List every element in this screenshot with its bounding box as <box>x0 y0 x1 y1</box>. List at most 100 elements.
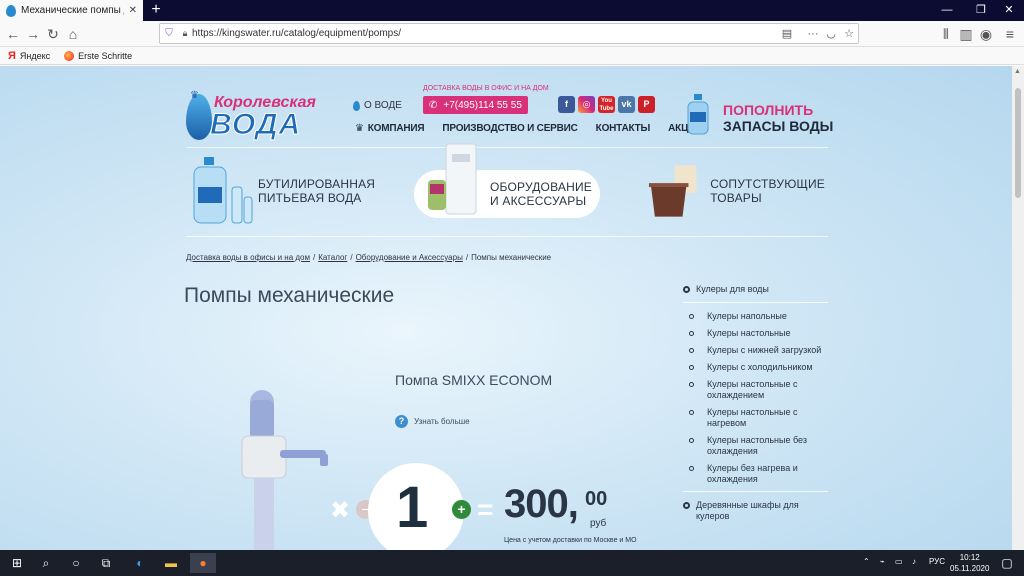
vk-icon[interactable]: vk <box>618 96 635 113</box>
category-equipment[interactable]: ОБОРУДОВАНИЕ И АКСЕССУАРЫ <box>414 143 600 218</box>
browser-navbar: ← → ↻ ⌂ ⛉ 🔒︎ https://kingswater.ru/catal… <box>0 21 1024 47</box>
home-icon[interactable]: ⌂ <box>64 25 82 43</box>
sidebar-item-label: Деревянные шкафы для кулеров <box>696 500 799 521</box>
url-text[interactable]: https://kingswater.ru/catalog/equipment/… <box>192 28 778 39</box>
breadcrumb-link[interactable]: Каталог <box>318 253 347 262</box>
bullet-icon <box>683 285 690 293</box>
bookmark-erste-schritte[interactable]: Erste Schritte <box>64 50 132 61</box>
bookmark-yandex[interactable]: Я Яндекс <box>8 50 50 62</box>
divider <box>186 236 828 237</box>
price-cents: 00 <box>585 488 608 510</box>
learn-more-link[interactable]: ? Узнать больше <box>395 415 470 428</box>
sidebar-item[interactable]: Кулеры с нижней загрузкой <box>683 345 828 356</box>
sidebar-item[interactable]: Кулеры настольные с охлаждением <box>683 379 828 401</box>
page-scrollbar[interactable]: ▲ <box>1012 66 1024 550</box>
divider <box>683 491 828 492</box>
breadcrumb-separator: / <box>313 253 316 262</box>
increase-quantity-button[interactable]: + <box>452 500 471 519</box>
restore-button[interactable]: ❐ <box>964 0 998 21</box>
site-logo[interactable]: ♛ Королевская ВОДА <box>186 90 326 142</box>
category-bottled-water[interactable]: БУТИЛИРОВАННАЯ ПИТЬЕВАЯ ВОДА <box>192 157 392 225</box>
bookmark-star-icon[interactable]: ☆ <box>840 27 858 40</box>
sidebar-item-cabinets[interactable]: Деревянные шкафы для кулеров <box>683 500 828 522</box>
quantity-value[interactable]: 1 <box>396 474 428 541</box>
bullet-icon <box>683 502 690 509</box>
sidebar-item-coolers[interactable]: Кулеры для воды <box>683 284 828 303</box>
library-icon[interactable]: ⫴ <box>937 25 955 43</box>
replenish-cta[interactable]: ПОПОЛНИТЬ ЗАПАСЫ ВОДЫ <box>723 102 833 134</box>
sidebar-item[interactable]: Кулеры настольные без охлаждения <box>683 435 828 457</box>
about-water-link[interactable]: О ВОДЕ <box>353 100 402 111</box>
phone-button[interactable]: ✆ +7(495)114 55 55 <box>423 96 528 114</box>
network-icon[interactable]: ⌁ <box>880 557 885 566</box>
back-icon[interactable]: ← <box>4 25 22 43</box>
nav-production[interactable]: ПРОИЗВОДСТВО И СЕРВИС <box>442 123 577 134</box>
page-actions-icon[interactable]: ··· <box>804 28 822 40</box>
tray-chevron-icon[interactable]: ⌃ <box>863 557 870 566</box>
clock-date: 05.11.2020 <box>950 564 990 573</box>
sidebar-item[interactable]: Кулеры с холодильником <box>683 362 828 373</box>
price-note: Цена с учетом доставки по Москве и МО <box>504 537 637 544</box>
pinterest-icon[interactable]: P <box>638 96 655 113</box>
reader-view-icon[interactable]: ▤ <box>778 27 796 40</box>
catalog-sidebar: Кулеры для воды Кулеры напольные Кулеры … <box>683 284 828 522</box>
minimize-button[interactable]: — <box>930 0 964 21</box>
category-line1: ОБОРУДОВАНИЕ <box>490 180 592 194</box>
sidebar-item[interactable]: Кулеры настольные <box>683 328 828 339</box>
facebook-icon[interactable]: f <box>558 96 575 113</box>
battery-icon[interactable]: ▭ <box>895 557 903 566</box>
circle-bullet-icon <box>689 466 694 471</box>
close-window-button[interactable]: ✕ <box>994 0 1024 21</box>
forward-icon[interactable]: → <box>24 25 42 43</box>
cups-image <box>648 165 697 217</box>
cortana-icon[interactable]: ○ <box>65 553 87 573</box>
instagram-icon[interactable]: ◎ <box>578 96 595 113</box>
edge-icon[interactable]: ◐ <box>129 553 151 573</box>
youtube-icon[interactable]: You Tube <box>598 96 615 113</box>
breadcrumb-link[interactable]: Оборудование и Аксессуары <box>356 253 463 262</box>
clock-time: 10:12 <box>959 553 980 562</box>
shield-icon[interactable]: ⛉ <box>160 28 178 39</box>
remove-icon[interactable]: ✖ <box>330 496 350 525</box>
tab-title: Механические помпы для во <box>21 5 124 16</box>
sidebar-item-label: Кулеры настольные с охлаждением <box>707 379 798 400</box>
learn-more-label: Узнать больше <box>414 417 470 426</box>
language-indicator[interactable]: РУС <box>929 557 945 566</box>
search-icon[interactable]: ⌕ <box>35 553 57 573</box>
close-tab-icon[interactable]: ✕ <box>129 5 137 16</box>
browser-tab[interactable]: Механические помпы для во ✕ <box>0 0 143 21</box>
volume-icon[interactable]: ♪ <box>912 557 916 566</box>
sidebar-item-label: Кулеры настольные <box>707 328 791 338</box>
sidebar-submenu: Кулеры напольные Кулеры настольные Кулер… <box>683 311 828 485</box>
sidebar-item[interactable]: Кулеры настольные с нагревом <box>683 407 828 429</box>
account-icon[interactable]: ◉ <box>977 25 995 43</box>
file-explorer-icon[interactable]: ▬ <box>160 553 182 573</box>
clock[interactable]: 10:12 05.11.2020 <box>950 552 989 574</box>
nav-contacts[interactable]: КОНТАКТЫ <box>596 123 651 134</box>
sidebar-icon[interactable]: ▥ <box>957 25 975 43</box>
pocket-icon[interactable]: ◡ <box>822 27 840 40</box>
url-bar[interactable]: ⛉ 🔒︎ https://kingswater.ru/catalog/equip… <box>159 23 859 44</box>
windows-start-icon[interactable]: ⊞ <box>6 553 28 573</box>
scrollbar-thumb[interactable] <box>1015 88 1021 198</box>
circle-bullet-icon <box>689 365 694 370</box>
category-line2: И АКСЕССУАРЫ <box>490 194 587 208</box>
task-view-icon[interactable]: ⧉ <box>95 553 117 573</box>
nav-company[interactable]: ♛ КОМПАНИЯ <box>355 123 425 134</box>
product-name[interactable]: Помпа SMIXX ECONOM <box>395 372 552 388</box>
sidebar-item-label: Кулеры без нагрева и охлаждения <box>707 463 798 484</box>
scroll-up-icon[interactable]: ▲ <box>1014 68 1021 75</box>
sidebar-item[interactable]: Кулеры напольные <box>683 311 828 322</box>
menu-icon[interactable]: ≡ <box>1001 25 1019 43</box>
category-related-goods[interactable]: СОПУТСТВУЮЩИЕ ТОВАРЫ <box>645 157 825 225</box>
circle-bullet-icon <box>689 438 694 443</box>
new-tab-button[interactable]: + <box>147 1 165 19</box>
cta-line1: ПОПОЛНИТЬ <box>723 102 814 118</box>
sidebar-item[interactable]: Кулеры без нагрева и охлаждения <box>683 463 828 485</box>
firefox-taskbar-icon[interactable]: ● <box>190 553 216 573</box>
breadcrumb-link[interactable]: Доставка воды в офисы и на дом <box>186 253 310 262</box>
pump-image[interactable] <box>240 388 335 550</box>
lock-icon[interactable]: 🔒︎ <box>178 28 192 39</box>
notifications-icon[interactable]: ▢ <box>996 553 1018 573</box>
reload-icon[interactable]: ↻ <box>44 25 62 43</box>
